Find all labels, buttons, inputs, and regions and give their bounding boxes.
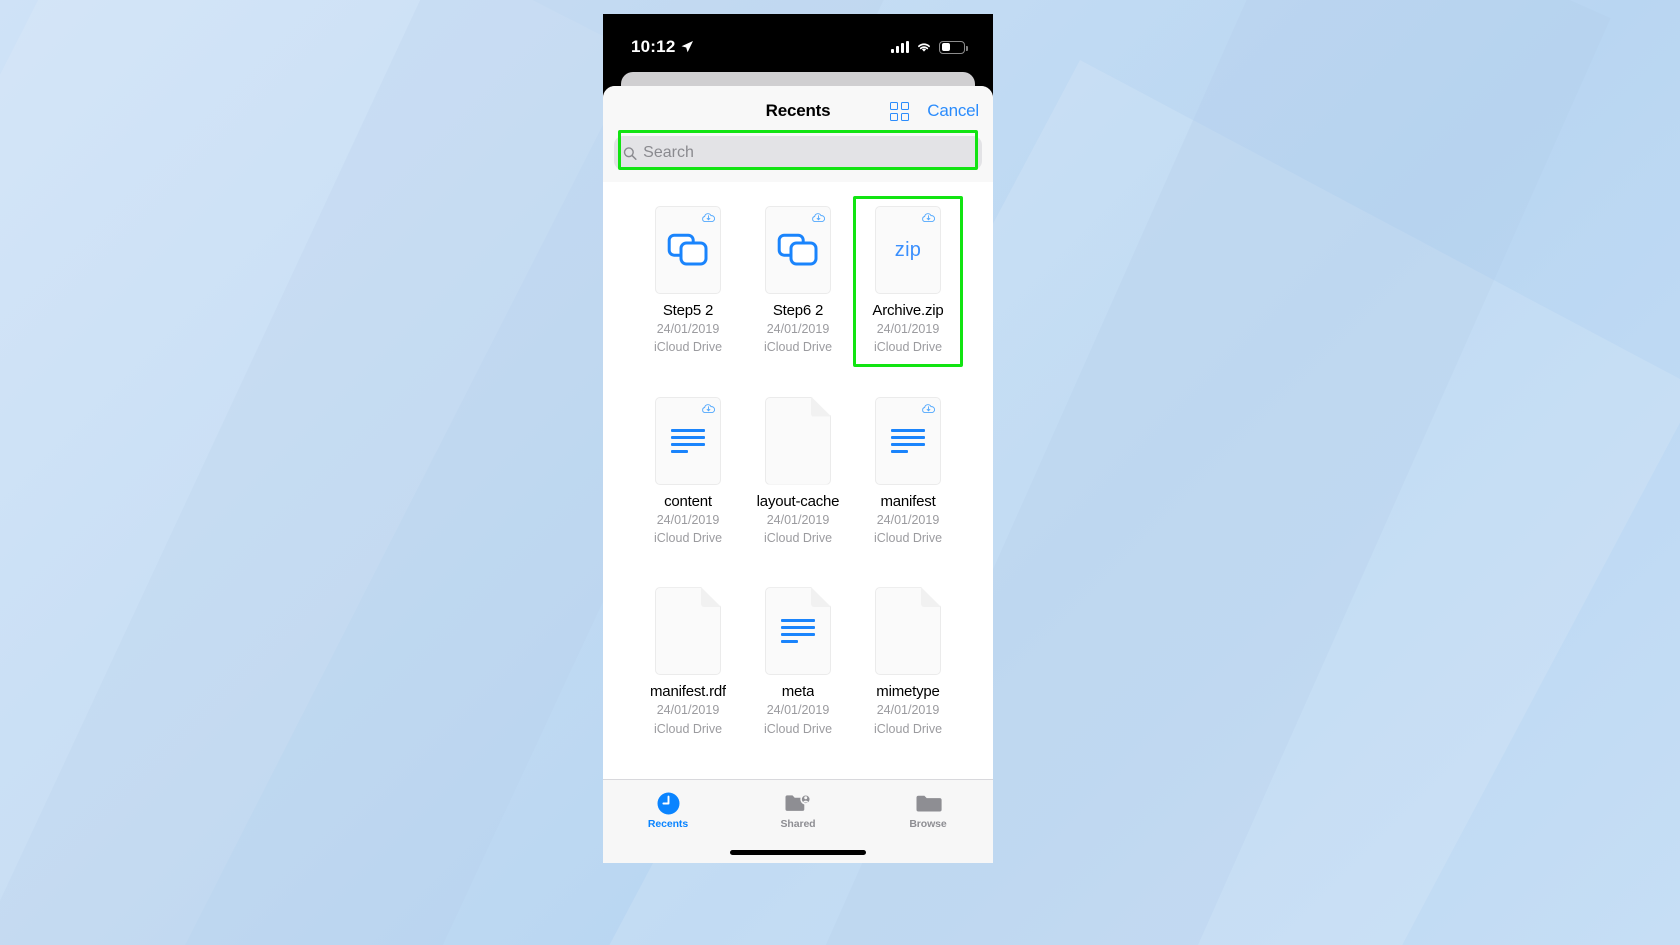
file-name: Step6 2: [772, 302, 824, 319]
file-thumbnail: [655, 206, 721, 294]
shared-folder-icon: [785, 793, 812, 811]
file-item[interactable]: content 24/01/2019 iCloud Drive: [633, 391, 743, 552]
navigation-bar: Recents Cancel: [603, 86, 993, 136]
file-thumbnail: [875, 587, 941, 676]
page-fold-corner-icon: [811, 396, 831, 417]
tab-recents[interactable]: Recents: [603, 780, 733, 841]
shared-folder-icon: [784, 791, 812, 815]
file-name: content: [664, 492, 712, 510]
status-bar-right: [891, 40, 968, 54]
cellular-bars-icon: [891, 41, 909, 53]
document-picker-sheet: Recents Cancel Search Step5 2 24/01/2019…: [603, 86, 993, 863]
home-indicator[interactable]: [730, 849, 866, 855]
file-name: Step5 2: [662, 302, 714, 319]
battery-icon: [939, 40, 968, 54]
search-icon: [623, 146, 637, 160]
phone-screen: 10:12 Recents Cancel Search Step5 2 24/0…: [603, 14, 993, 863]
file-name: mimetype: [876, 683, 940, 701]
file-item[interactable]: layout-cache 24/01/2019 iCloud Drive: [743, 391, 853, 552]
file-source: iCloud Drive: [763, 340, 833, 355]
document-lines-icon: [765, 587, 831, 675]
file-date: 24/01/2019: [876, 322, 940, 337]
icloud-download-icon: [922, 213, 936, 223]
search-input[interactable]: [643, 144, 973, 162]
file-item[interactable]: Step6 2 24/01/2019 iCloud Drive: [743, 200, 853, 361]
file-date: 24/01/2019: [766, 322, 830, 337]
file-source: iCloud Drive: [873, 530, 943, 545]
tab-label: Recents: [647, 818, 689, 830]
home-indicator-area: [603, 841, 993, 863]
file-item[interactable]: mimetype 24/01/2019 iCloud Drive: [853, 581, 963, 742]
folder-icon: [916, 795, 942, 811]
status-bar-left: 10:12: [631, 37, 694, 57]
file-source: iCloud Drive: [873, 340, 943, 355]
file-source: iCloud Drive: [763, 721, 833, 736]
file-source: iCloud Drive: [873, 721, 943, 736]
file-thumbnail: [765, 206, 831, 294]
file-thumbnail: [765, 587, 831, 676]
status-time: 10:12: [631, 37, 676, 56]
file-item[interactable]: zip Archive.zip 24/01/2019 iCloud Drive: [853, 196, 963, 367]
tab-label: Browse: [909, 818, 947, 830]
search-field[interactable]: [614, 136, 982, 170]
file-item[interactable]: meta 24/01/2019 iCloud Drive: [743, 581, 853, 742]
file-name: layout-cache: [756, 492, 840, 510]
page-fold-corner-icon: [921, 587, 941, 608]
cancel-button[interactable]: Cancel: [927, 101, 979, 121]
file-name: meta: [781, 683, 815, 701]
tab-shared[interactable]: Shared: [733, 780, 863, 841]
page-fold-corner-icon: [701, 587, 721, 608]
tab-browse[interactable]: Browse: [863, 780, 993, 841]
file-name: manifest: [880, 492, 936, 510]
file-item[interactable]: manifest.rdf 24/01/2019 iCloud Drive: [633, 581, 743, 742]
tab-label: Shared: [780, 818, 816, 830]
clock-icon: [656, 791, 681, 815]
file-grid: Step5 2 24/01/2019 iCloud Drive Step6 2 …: [603, 196, 993, 742]
file-browser-area: Step5 2 24/01/2019 iCloud Drive Step6 2 …: [603, 182, 993, 779]
file-source: iCloud Drive: [653, 340, 723, 355]
file-thumbnail: [875, 396, 941, 485]
file-date: 24/01/2019: [766, 703, 830, 718]
icloud-download-icon: [812, 213, 826, 223]
file-thumbnail: [655, 587, 721, 676]
location-arrow-icon: [681, 41, 694, 53]
file-date: 24/01/2019: [656, 512, 720, 527]
file-thumbnail: [765, 396, 831, 485]
wifi-icon: [918, 43, 930, 52]
file-date: 24/01/2019: [656, 322, 720, 337]
grid-view-icon[interactable]: [890, 101, 910, 121]
icloud-download-icon: [922, 403, 936, 413]
file-thumbnail: [655, 396, 721, 485]
icloud-download-icon: [702, 213, 716, 223]
search-bar-container: [603, 130, 993, 182]
file-date: 24/01/2019: [656, 703, 720, 718]
file-thumbnail: zip: [875, 206, 941, 294]
file-name: Archive.zip: [872, 302, 944, 319]
file-item[interactable]: Step5 2 24/01/2019 iCloud Drive: [633, 200, 743, 361]
clock-icon: [657, 792, 679, 814]
folder-icon: [915, 791, 942, 815]
file-source: iCloud Drive: [653, 721, 723, 736]
file-date: 24/01/2019: [876, 512, 940, 527]
file-item[interactable]: manifest 24/01/2019 iCloud Drive: [853, 391, 963, 552]
file-name: manifest.rdf: [650, 683, 726, 701]
status-bar: 10:12: [603, 14, 993, 72]
file-source: iCloud Drive: [763, 530, 833, 545]
icloud-download-icon: [702, 403, 716, 413]
navigation-actions: Cancel: [890, 101, 979, 121]
tab-bar: Recents Shared Browse: [603, 779, 993, 841]
file-date: 24/01/2019: [766, 512, 830, 527]
file-source: iCloud Drive: [653, 530, 723, 545]
file-date: 24/01/2019: [876, 703, 940, 718]
